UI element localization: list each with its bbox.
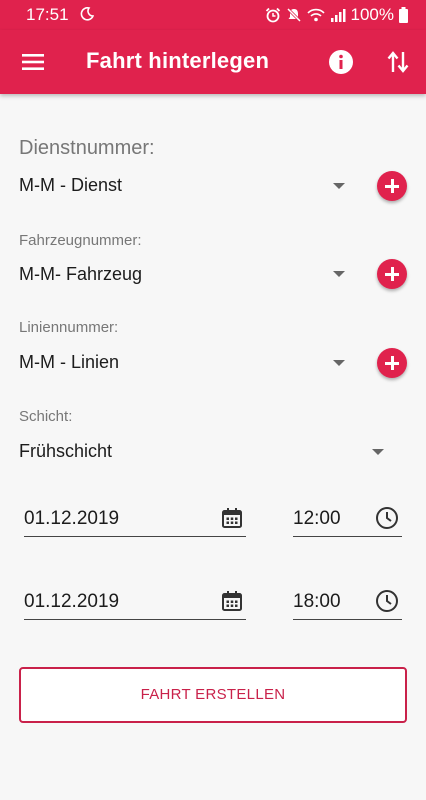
alarm-icon	[265, 7, 280, 23]
calendar-icon[interactable]	[220, 506, 244, 530]
end-date-field[interactable]: 01.12.2019	[24, 587, 246, 620]
schicht-dropdown-arrow-icon[interactable]	[372, 449, 384, 455]
end-time-value: 18:00	[293, 591, 341, 612]
dienst-dropdown-arrow-icon[interactable]	[333, 183, 345, 189]
add-fahrzeug-button[interactable]	[377, 259, 407, 289]
add-linie-button[interactable]	[377, 348, 407, 378]
menu-icon[interactable]	[21, 50, 45, 74]
start-date-value: 01.12.2019	[24, 508, 120, 529]
add-dienst-button[interactable]	[377, 171, 407, 201]
battery-icon	[399, 7, 408, 23]
start-time-value: 12:00	[293, 508, 341, 529]
fahrzeug-dropdown-arrow-icon[interactable]	[333, 271, 345, 277]
fahrzeug-label: Fahrzeugnummer:	[19, 232, 142, 249]
moon-icon	[80, 7, 94, 21]
fahrzeug-select-value[interactable]: M-M- Fahrzeug	[19, 264, 142, 285]
schicht-label: Schicht:	[19, 408, 73, 425]
dienst-label: Dienstnummer:	[19, 137, 155, 159]
swap-vert-icon[interactable]	[386, 49, 410, 75]
status-icons: 100%	[265, 5, 408, 25]
schicht-select-value[interactable]: Frühschicht	[19, 441, 112, 462]
status-bar: 17:51 100%	[0, 0, 426, 30]
info-icon[interactable]	[328, 49, 354, 75]
clock-icon[interactable]	[375, 506, 399, 530]
status-time: 17:51	[26, 5, 69, 24]
end-time-field[interactable]: 18:00	[293, 587, 402, 620]
linie-dropdown-arrow-icon[interactable]	[333, 360, 345, 366]
create-trip-button[interactable]: FAHRT ERSTELLEN	[19, 667, 407, 723]
calendar-icon[interactable]	[220, 589, 244, 613]
end-date-value: 01.12.2019	[24, 591, 120, 612]
linie-select-value[interactable]: M-M - Linien	[19, 352, 119, 373]
wifi-icon	[306, 8, 325, 22]
clock-icon[interactable]	[375, 589, 399, 613]
dienst-select-value[interactable]: M-M - Dienst	[19, 175, 122, 196]
linie-label: Liniennummer:	[19, 319, 119, 336]
app-bar: Fahrt hinterlegen	[0, 30, 426, 94]
signal-icon	[330, 9, 346, 22]
start-time-field[interactable]: 12:00	[293, 504, 402, 537]
start-date-field[interactable]: 01.12.2019	[24, 504, 246, 537]
page-title: Fahrt hinterlegen	[86, 48, 270, 73]
mute-icon	[286, 7, 301, 23]
battery-percent: 100%	[350, 5, 394, 24]
